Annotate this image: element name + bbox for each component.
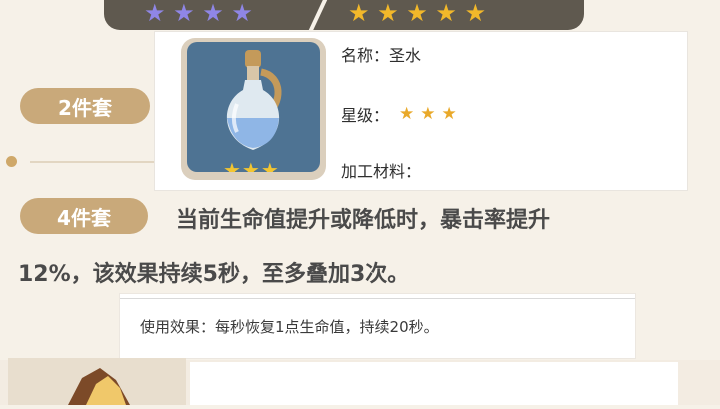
item-name-row: 名称：圣水 [341,42,421,66]
four-piece-set-label: 4件套 [20,198,148,234]
four-piece-description-line1: 当前生命值提升或降低时，暴击率提升 [176,208,551,233]
four-piece-description-line2: 12%，该效果持续5秒，至多叠加3次。 [18,262,410,287]
rarity-label: 星级： [341,106,390,125]
item-icon-frame: ★★★ [181,38,326,180]
rarity-banner: ★ ★ ★ ★ ★ ★ ★ ★ ★ [104,0,584,30]
panel-divider [120,298,635,299]
name-value: 圣水 [389,46,422,65]
bottom-item-thumbnail[interactable] [8,358,186,405]
five-star-row: ★ ★ ★ ★ ★ [348,0,487,27]
use-effect-text: 使用效果：每秒恢复1点生命值，持续20秒。 [140,318,439,336]
timeline-dot [6,156,17,167]
item-material-row: 加工材料： [341,158,421,182]
icon-rarity-stars: ★★★ [223,158,280,172]
two-piece-set-label: 2件套 [20,88,150,124]
item-rarity-row: 星级： ★★★ [341,102,463,126]
banner-divider [307,0,329,30]
material-label: 加工材料： [341,162,422,181]
item-info-card: ★★★ 名称：圣水 星级： ★★★ 加工材料： [155,32,687,190]
use-effect-panel: 使用效果：每秒恢复1点生命值，持续20秒。 [120,294,635,358]
bottom-detail-area [190,362,678,405]
four-star-row: ★ ★ ★ ★ [144,0,253,27]
timeline-line [30,161,160,163]
rarity-stars: ★★★ [399,104,463,124]
name-label: 名称： [341,46,390,65]
holy-water-bottle-icon: ★★★ [187,42,320,172]
